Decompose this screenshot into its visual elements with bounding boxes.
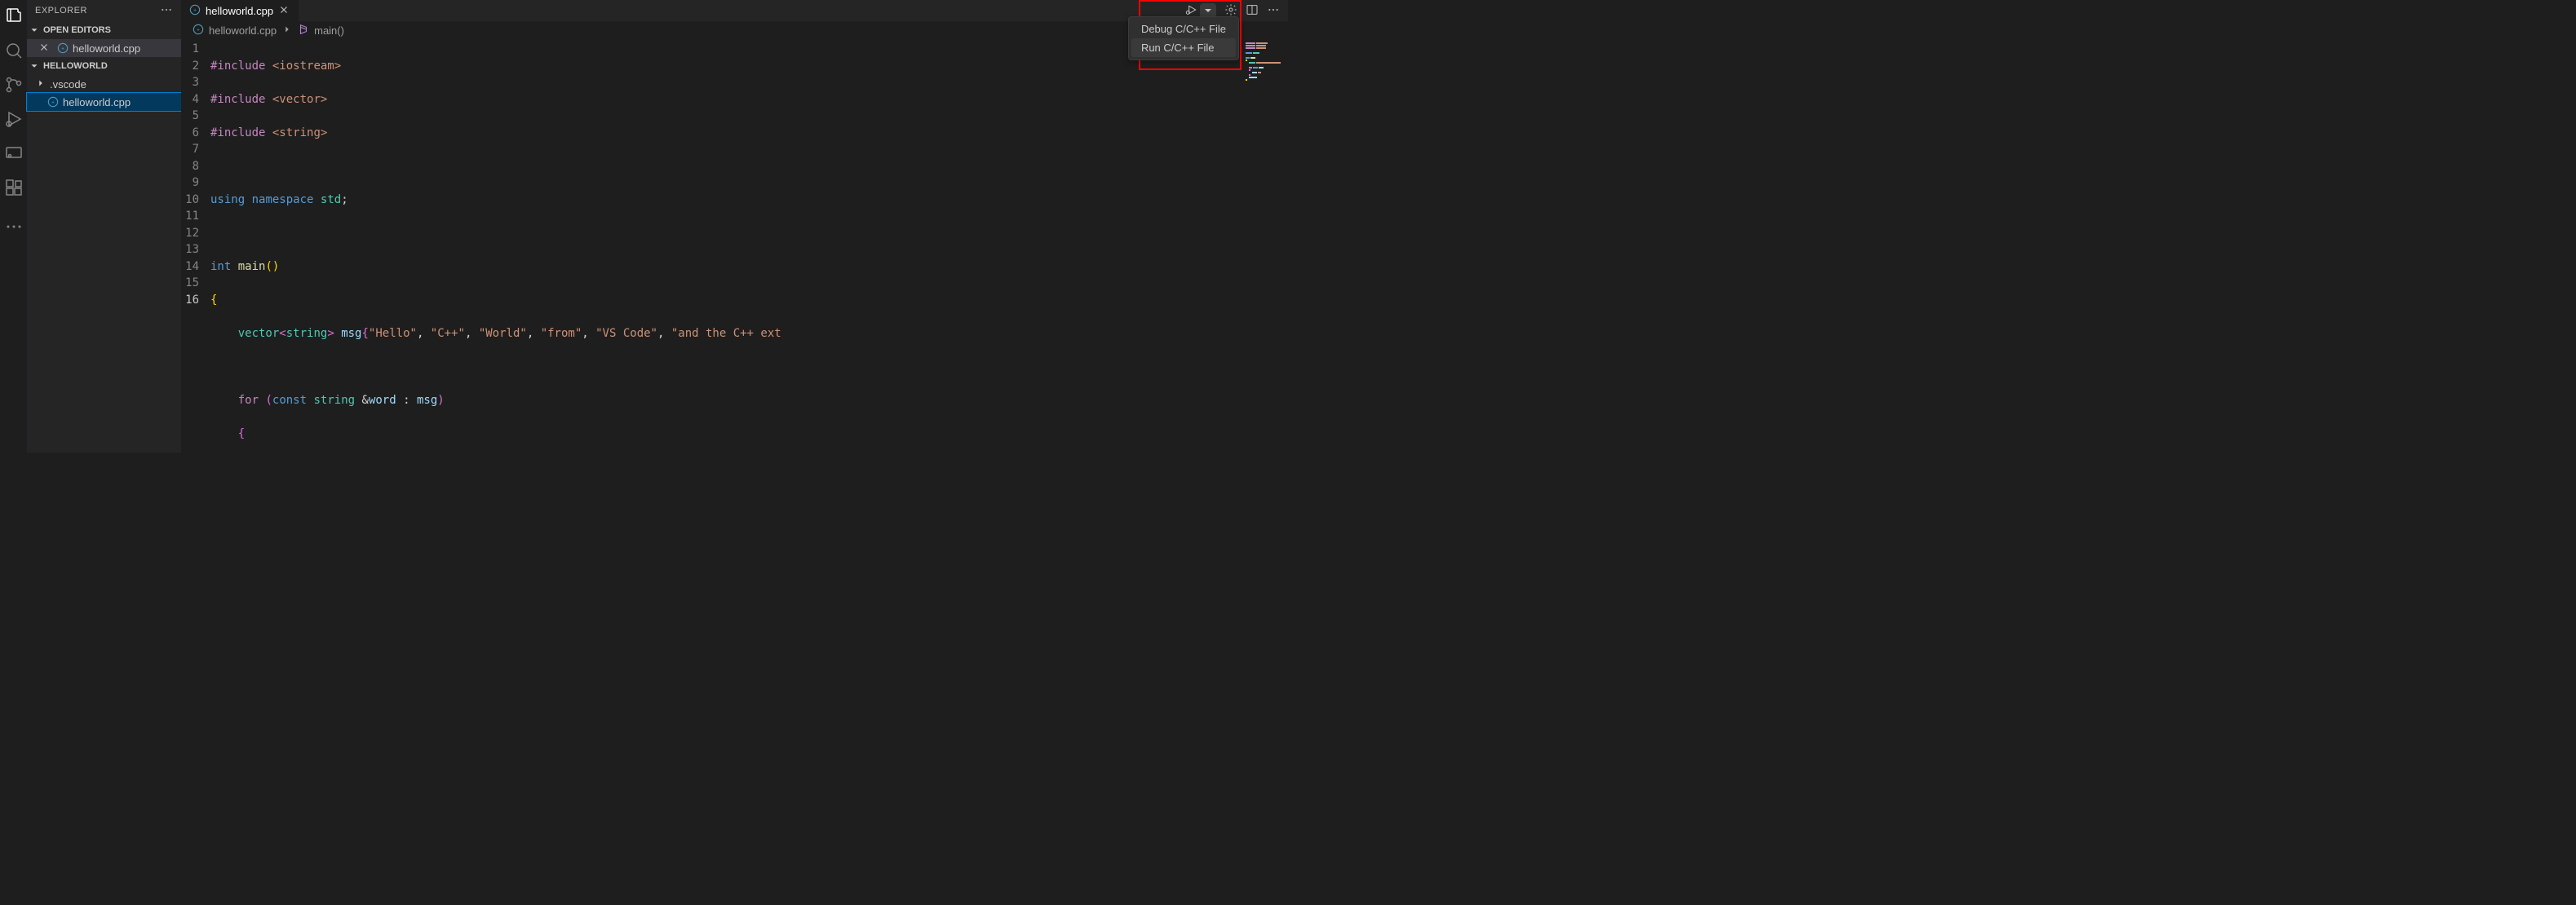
- line-number-gutter: 1 2 3 4 5 6 7 8 9 10 11 12 13 14 15 16: [181, 39, 210, 452]
- open-editor-filename: helloworld.cpp: [73, 42, 140, 55]
- debug-file-option[interactable]: Debug C/C++ File: [1131, 20, 1236, 38]
- cpp-file-icon: +: [189, 4, 201, 18]
- run-file-option[interactable]: Run C/C++ File: [1131, 38, 1236, 57]
- search-icon[interactable]: [4, 41, 24, 60]
- cpp-file-icon: +: [193, 24, 204, 38]
- source-control-icon[interactable]: [4, 75, 24, 95]
- open-editors-header[interactable]: OPEN EDITORS: [27, 21, 181, 39]
- file-name: helloworld.cpp: [63, 96, 131, 108]
- explorer-more-icon[interactable]: [160, 3, 173, 19]
- run-dropdown-menu: Debug C/C++ File Run C/C++ File: [1128, 16, 1239, 60]
- chevron-right-icon: [281, 24, 293, 38]
- svg-text:+: +: [61, 46, 64, 52]
- extensions-icon[interactable]: [4, 178, 24, 197]
- more-icon[interactable]: [4, 217, 24, 236]
- svg-text:+: +: [193, 7, 197, 13]
- cpp-file-icon: +: [46, 96, 60, 108]
- folder-vscode[interactable]: .vscode: [27, 75, 181, 93]
- activity-bar: [0, 0, 27, 452]
- symbol-function-icon: [298, 24, 309, 38]
- code-content[interactable]: #include <iostream> #include <vector> #i…: [210, 39, 1242, 452]
- more-actions-icon[interactable]: [1267, 3, 1280, 19]
- chevron-right-icon: [35, 77, 46, 91]
- explorer-icon[interactable]: [4, 7, 24, 26]
- tab-helloworld[interactable]: + helloworld.cpp: [181, 0, 299, 21]
- folder-name: .vscode: [50, 78, 86, 90]
- tab-label: helloworld.cpp: [206, 5, 273, 17]
- editor-area: + helloworld.cpp: [181, 0, 1288, 452]
- open-editor-item[interactable]: + helloworld.cpp: [27, 39, 181, 57]
- minimap[interactable]: [1242, 39, 1288, 452]
- workspace-header[interactable]: HELLOWORLD: [27, 57, 181, 75]
- svg-text:+: +: [197, 27, 200, 33]
- close-editor-icon[interactable]: [38, 42, 51, 55]
- explorer-title: EXPLORER: [35, 6, 87, 15]
- run-debug-icon[interactable]: [4, 109, 24, 129]
- close-tab-icon[interactable]: [278, 4, 290, 18]
- explorer-sidebar: EXPLORER OPEN EDITORS + helloworld.cpp H…: [27, 0, 181, 452]
- code-editor[interactable]: 1 2 3 4 5 6 7 8 9 10 11 12 13 14 15 16 #…: [181, 39, 1288, 452]
- split-editor-icon[interactable]: [1246, 3, 1259, 19]
- cpp-file-icon: +: [56, 42, 69, 54]
- breadcrumb-symbol: main(): [314, 24, 344, 37]
- breadcrumb[interactable]: + helloworld.cpp main(): [181, 21, 1288, 39]
- breadcrumb-file: helloworld.cpp: [209, 24, 277, 37]
- svg-text:+: +: [51, 100, 55, 106]
- remote-explorer-icon[interactable]: [4, 143, 24, 163]
- tab-bar: + helloworld.cpp: [181, 0, 1288, 21]
- workspace-label: HELLOWORLD: [43, 61, 108, 71]
- open-editors-label: OPEN EDITORS: [43, 25, 111, 35]
- explorer-header: EXPLORER: [27, 0, 181, 21]
- file-helloworld[interactable]: + helloworld.cpp: [27, 93, 181, 111]
